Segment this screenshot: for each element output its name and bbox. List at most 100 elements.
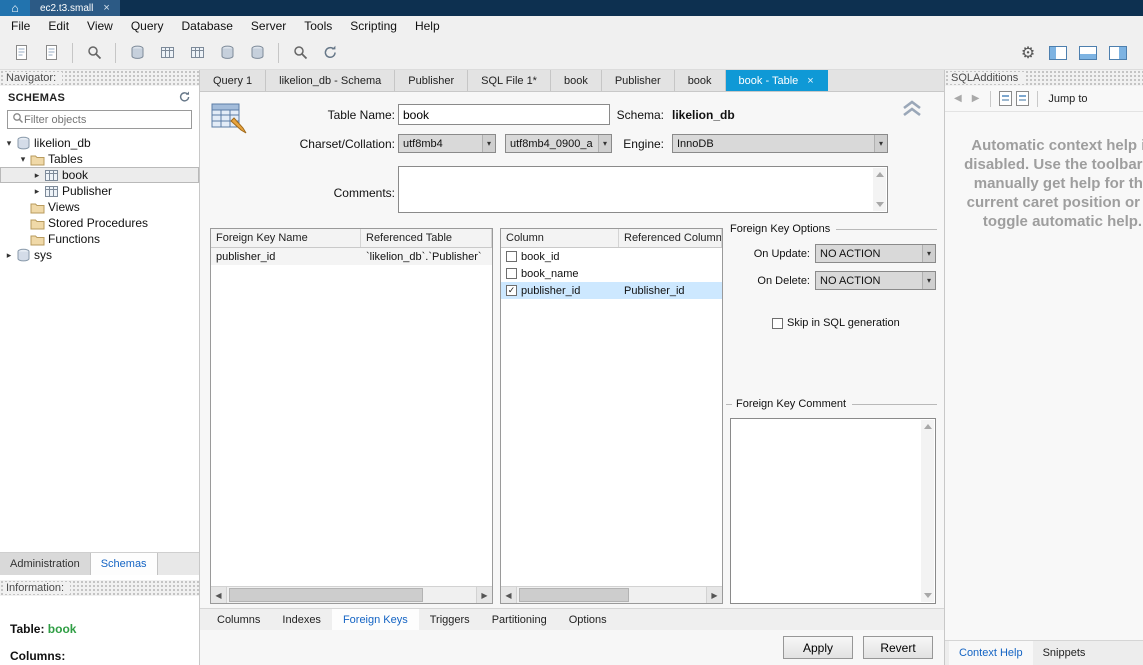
tab-sql-file-1[interactable]: SQL File 1* bbox=[468, 70, 551, 91]
expander-icon[interactable]: ▾ bbox=[3, 138, 15, 149]
expander-icon[interactable]: ▾ bbox=[17, 154, 29, 165]
search-table-data-icon[interactable] bbox=[287, 41, 313, 65]
editor-tab-indexes[interactable]: Indexes bbox=[271, 609, 332, 630]
tree-item-views[interactable]: Views bbox=[0, 199, 199, 215]
column-row-book-id[interactable]: book_id bbox=[501, 248, 722, 265]
inspect-database-icon[interactable] bbox=[81, 41, 107, 65]
fk-grid-body[interactable]: publisher_id `likelion_db`.`Publisher` bbox=[211, 248, 492, 586]
toggle-automatic-help-icon[interactable] bbox=[1016, 91, 1030, 106]
panel-tab-context-help[interactable]: Context Help bbox=[949, 641, 1033, 665]
connection-tab-close-icon[interactable]: × bbox=[103, 2, 109, 14]
tree-item-likelion-db[interactable]: ▾ likelion_db bbox=[0, 135, 199, 151]
menu-database[interactable]: Database bbox=[173, 17, 242, 35]
sidebar-tab-administration[interactable]: Administration bbox=[0, 553, 91, 575]
tab-publisher[interactable]: Publisher bbox=[602, 70, 675, 91]
tab-query-1[interactable]: Query 1 bbox=[200, 70, 267, 91]
scroll-left-icon[interactable]: ◀ bbox=[211, 587, 227, 603]
jump-to-dropdown[interactable]: Jump to bbox=[1048, 93, 1087, 105]
menu-query[interactable]: Query bbox=[122, 17, 173, 35]
fk-grid-col-header[interactable]: Foreign Key Name bbox=[211, 229, 361, 247]
fk-grid-hscrollbar[interactable]: ◀ ▶ bbox=[211, 586, 492, 603]
column-checkbox[interactable]: ✓ bbox=[506, 285, 517, 296]
tab-likelion-db-schema[interactable]: likelion_db - Schema bbox=[266, 70, 396, 91]
charset-select[interactable]: utf8mb4 ▾ bbox=[398, 134, 496, 153]
expander-icon[interactable]: ▸ bbox=[3, 250, 15, 261]
menu-server[interactable]: Server bbox=[242, 17, 295, 35]
foreign-key-row[interactable]: publisher_id `likelion_db`.`Publisher` bbox=[211, 248, 492, 265]
fk-comment-textarea[interactable] bbox=[731, 419, 935, 603]
create-view-icon[interactable] bbox=[184, 41, 210, 65]
scroll-right-icon[interactable]: ▶ bbox=[476, 587, 492, 603]
toggle-left-sidebar-icon[interactable] bbox=[1045, 41, 1071, 65]
preferences-gear-icon[interactable]: ⚙ bbox=[1015, 41, 1041, 65]
editor-tab-partitioning[interactable]: Partitioning bbox=[481, 609, 558, 630]
expander-icon[interactable]: ▸ bbox=[31, 170, 43, 181]
create-procedure-icon[interactable] bbox=[214, 41, 240, 65]
comments-scrollbar[interactable] bbox=[873, 168, 886, 211]
on-update-select[interactable]: NO ACTION ▾ bbox=[815, 244, 936, 263]
open-sql-script-icon[interactable] bbox=[38, 41, 64, 65]
apply-button[interactable]: Apply bbox=[783, 636, 853, 659]
manual-context-help-icon[interactable] bbox=[999, 91, 1013, 106]
table-name-input[interactable] bbox=[398, 104, 610, 125]
on-delete-select[interactable]: NO ACTION ▾ bbox=[815, 271, 936, 290]
create-table-icon[interactable] bbox=[154, 41, 180, 65]
collation-select[interactable]: utf8mb4_0900_a ▾ bbox=[505, 134, 612, 153]
editor-tab-triggers[interactable]: Triggers bbox=[419, 609, 481, 630]
skip-sql-generation-option[interactable]: Skip in SQL generation bbox=[772, 317, 900, 329]
menu-file[interactable]: File bbox=[2, 17, 39, 35]
refresh-schemas-icon[interactable] bbox=[178, 90, 191, 106]
tree-item-tables[interactable]: ▾ Tables bbox=[0, 151, 199, 167]
filter-objects-input[interactable] bbox=[24, 113, 191, 126]
new-query-tab-icon[interactable] bbox=[8, 41, 34, 65]
tree-item-publisher[interactable]: ▸ Publisher bbox=[0, 183, 199, 199]
menu-tools[interactable]: Tools bbox=[295, 17, 341, 35]
help-forward-icon[interactable]: ▶ bbox=[969, 93, 983, 104]
scroll-right-icon[interactable]: ▶ bbox=[706, 587, 722, 603]
sidebar-tab-schemas[interactable]: Schemas bbox=[90, 553, 158, 575]
editor-tab-options[interactable]: Options bbox=[558, 609, 618, 630]
comments-textarea[interactable] bbox=[399, 167, 887, 212]
toggle-right-sidebar-icon[interactable] bbox=[1105, 41, 1131, 65]
connection-tab[interactable]: ec2.t3.small × bbox=[30, 0, 120, 16]
fk-grid-col-header[interactable]: Referenced Table bbox=[361, 229, 492, 247]
tree-item-sys[interactable]: ▸ sys bbox=[0, 247, 199, 263]
tab-book-table[interactable]: book - Table × bbox=[725, 70, 828, 91]
scroll-left-icon[interactable]: ◀ bbox=[501, 587, 517, 603]
tab-book[interactable]: book bbox=[675, 70, 726, 91]
create-schema-icon[interactable] bbox=[124, 41, 150, 65]
engine-select[interactable]: InnoDB ▾ bbox=[672, 134, 888, 153]
column-row-publisher-id[interactable]: ✓ publisher_id Publisher_id bbox=[501, 282, 722, 299]
collapse-header-icon[interactable] bbox=[900, 98, 924, 121]
table-name-label: Table Name: bbox=[327, 108, 395, 122]
column-grid-col-header[interactable]: Referenced Column bbox=[619, 229, 722, 247]
reconnect-dbms-icon[interactable] bbox=[317, 41, 343, 65]
tree-item-book[interactable]: ▸ book bbox=[0, 167, 199, 183]
tree-item-functions[interactable]: Functions bbox=[0, 231, 199, 247]
create-function-icon[interactable] bbox=[244, 41, 270, 65]
menu-view[interactable]: View bbox=[78, 17, 122, 35]
home-tab-icon[interactable]: ⌂ bbox=[0, 0, 30, 16]
tab-book[interactable]: book bbox=[551, 70, 602, 91]
column-grid-col-header[interactable]: Column bbox=[501, 229, 619, 247]
menu-scripting[interactable]: Scripting bbox=[341, 17, 406, 35]
menu-edit[interactable]: Edit bbox=[39, 17, 78, 35]
column-checkbox[interactable] bbox=[506, 251, 517, 262]
tab-publisher[interactable]: Publisher bbox=[395, 70, 469, 91]
column-grid-hscrollbar[interactable]: ◀ ▶ bbox=[501, 586, 722, 603]
column-grid-body[interactable]: book_id book_name ✓ publisher_id Publisher_i… bbox=[501, 248, 722, 586]
fk-comment-scrollbar[interactable] bbox=[921, 420, 934, 602]
tab-close-icon[interactable]: × bbox=[807, 75, 813, 87]
help-back-icon[interactable]: ◀ bbox=[951, 93, 965, 104]
editor-tab-columns[interactable]: Columns bbox=[206, 609, 271, 630]
editor-tab-foreign-keys[interactable]: Foreign Keys bbox=[331, 609, 419, 630]
skip-sql-checkbox[interactable] bbox=[772, 317, 783, 329]
expander-icon[interactable]: ▸ bbox=[31, 186, 43, 197]
column-checkbox[interactable] bbox=[506, 268, 517, 279]
toggle-output-area-icon[interactable] bbox=[1075, 41, 1101, 65]
panel-tab-snippets[interactable]: Snippets bbox=[1033, 641, 1096, 665]
revert-button[interactable]: Revert bbox=[863, 636, 933, 659]
tree-item-stored-procedures[interactable]: Stored Procedures bbox=[0, 215, 199, 231]
menu-help[interactable]: Help bbox=[406, 17, 449, 35]
column-row-book-name[interactable]: book_name bbox=[501, 265, 722, 282]
